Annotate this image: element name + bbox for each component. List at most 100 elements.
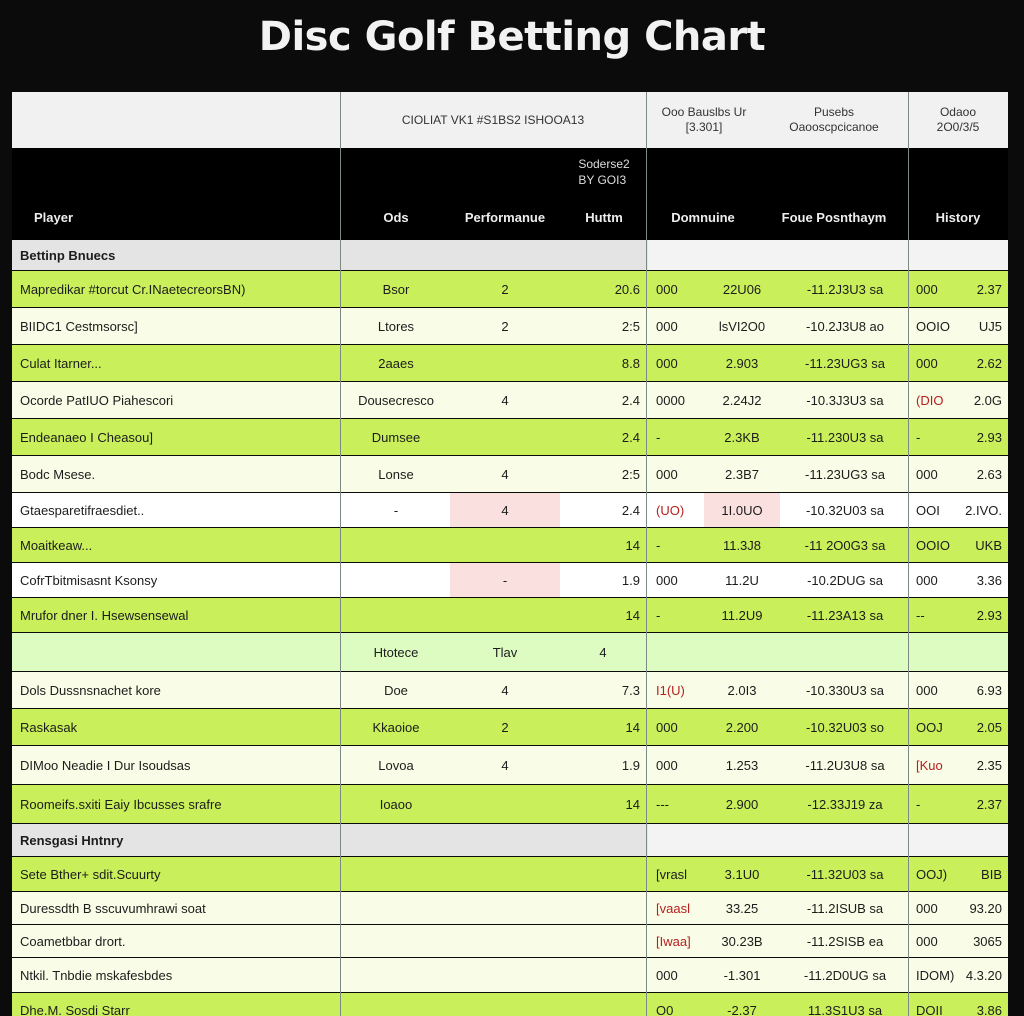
cell-history-code: IDOM) [916,967,955,983]
cell-history-value: 2.62 [976,355,1002,371]
cell-percent: -10.330U3 sa [805,682,885,698]
header-group-row: CIOLIAT VK1 #S1BS2 ISHOOA13 Ooo Bauslbs … [12,92,1008,148]
cell-value: 2.903 [725,355,759,371]
header-domain: Domnuine [671,209,735,225]
header-sub-tuple: Soderse2 BY GOI3 [578,157,630,187]
cell-hist: 2:5 [621,466,640,482]
cell-player: Dhe.M. Sosdi Starr [20,1002,130,1016]
cell-player: Gtaesparetifraesdiet.. [20,502,145,518]
cell-performance: 2 [501,719,509,735]
cell-player: Ocorde PatIUO Piahescori [20,392,174,408]
cell-performance: 4 [501,682,509,698]
cell-performance [450,419,560,455]
cell-domain: - [656,537,661,553]
cell-odds: Ltores [377,318,415,334]
cell-domain: O0 [656,1002,674,1016]
cell-domain: 000 [656,757,678,773]
cell-hist: 14 [625,719,640,735]
cell-player: Roomeifs.sxiti Eaiy Ibcusses srafre [20,796,222,812]
cell-history-value: 4.3.20 [965,967,1002,983]
table-row: Ntkil. Tnbdie mskafesbdes 000 -1.301 -11.2D… [12,958,1008,992]
cell-percent: -10.32U03 sa [805,502,885,518]
cell-domain: 000 [656,466,678,482]
cell-percent: -11.2SISB ea [806,933,884,949]
cell-value: lsVI2O0 [718,318,766,334]
cell-percent: -12.33J19 za [807,796,883,812]
cell-value: 3.1U0 [724,866,760,882]
cell-domain: 000 [656,719,678,735]
table-row: BIIDC1 Cestmsorsc] Ltores 2 2:5 000 lsVI2O0 -1… [12,308,1008,344]
cell-history-value: 2.0G [973,392,1002,408]
cell-history-value: 93.20 [969,900,1002,916]
header-history: History [935,209,981,225]
cell-history-code: 000 [916,466,938,482]
cell-player: Bodc Msese. [20,466,96,482]
section-fill [648,240,1008,270]
cell-performance: 4 [501,502,509,518]
cell-history-code: OOIO [916,537,950,553]
cell-player: Dols Dussnsnachet kore [20,682,161,698]
cell-history-code: 000 [916,572,938,588]
table-row: Mrufor dner I. Hsewsensewal 14- 11.2U9 -11.… [12,598,1008,632]
cell-value: 2.200 [725,719,759,735]
cell-percent: -10.2J3U8 ao [805,318,885,334]
cell-odds [342,892,450,924]
cell-player: Ntkil. Tnbdie mskafesbdes [20,967,173,983]
cell-performance [450,958,560,992]
cell-hist [560,857,646,891]
cell-hist: 8.8 [621,355,640,371]
cell-player: Endeanaeo I Cheasou] [20,429,153,445]
cell-performance: 4 [501,466,509,482]
cell-value: 11.2U [725,572,759,588]
cell-performance [450,892,560,924]
cell-domain: [vaasl [656,900,690,916]
cell-performance [450,993,560,1016]
cell-percent: 11.3S1U3 sa [807,1002,883,1016]
cell-hist: 20.6 [614,281,640,297]
header-percent: Foue Posnthaym [781,209,887,225]
cell-history-code: 000 [916,355,938,371]
section-fill [648,824,1008,856]
cell-hist: 1.9 [621,757,640,773]
cell-value: 11.3J8 [722,537,762,553]
subheader-performance: Tlav [492,644,518,660]
header-column-row: Soderse2 BY GOI3 Player Ods Performanue … [12,148,1008,240]
cell-odds: Ioaoo [379,796,413,812]
table-row: Culat Itarner... 2aaes 8.8 000 2.903 -11.23UG… [12,345,1008,381]
cell-domain: - [656,607,661,623]
cell-performance [450,598,560,632]
cell-hist: 14 [625,607,640,623]
cell-odds [342,857,450,891]
cell-percent: -11.23A13 sa [806,607,884,623]
table-row: DIMoo Neadie I Dur Isoudsas Lovoa 4 1.9 000 1… [12,746,1008,784]
cell-history-code: OOJ) [916,866,948,882]
cell-odds: Kkaoioe [372,719,420,735]
cell-performance: 2 [501,318,509,334]
cell-history-value: 3065 [973,933,1002,949]
cell-percent: -11.2D0UG sa [803,967,887,983]
cell-history-code: OOJ [916,719,943,735]
cell-odds [342,925,450,957]
cell-domain: 0000 [656,392,685,408]
cell-percent: -11.2ISUB sa [806,900,884,916]
cell-performance [450,528,560,562]
table-row: CofrTbitmisasnt Ksonsy - 1.9 000 11.2U -10.2D… [12,563,1008,597]
cell-performance: 2 [501,281,509,297]
cell-player: Culat Itarner... [20,355,102,371]
cell-value: 22U06 [722,281,762,297]
cell-value: 2.900 [725,796,759,812]
cell-hist: 2.4 [621,502,640,518]
cell-domain: --- [656,796,669,812]
cell-hist [560,925,646,957]
cell-domain: 000 [656,355,678,371]
cell-history-value: BIB [981,866,1002,882]
divider-player [340,92,341,1016]
cell-player: BIIDC1 Cestmsorsc] [20,318,138,334]
table-row: Gtaesparetifraesdiet.. - 4 2.4 (UO) 1I.0UO -10… [12,493,1008,527]
cell-value: 2.24J2 [722,392,762,408]
subheader-hist: 4 [599,644,607,660]
cell-history-code: OOIO [916,318,950,334]
cell-history-code: - [916,796,921,812]
cell-value: 30.23B [721,933,763,949]
cell-history-code: 000 [916,682,938,698]
